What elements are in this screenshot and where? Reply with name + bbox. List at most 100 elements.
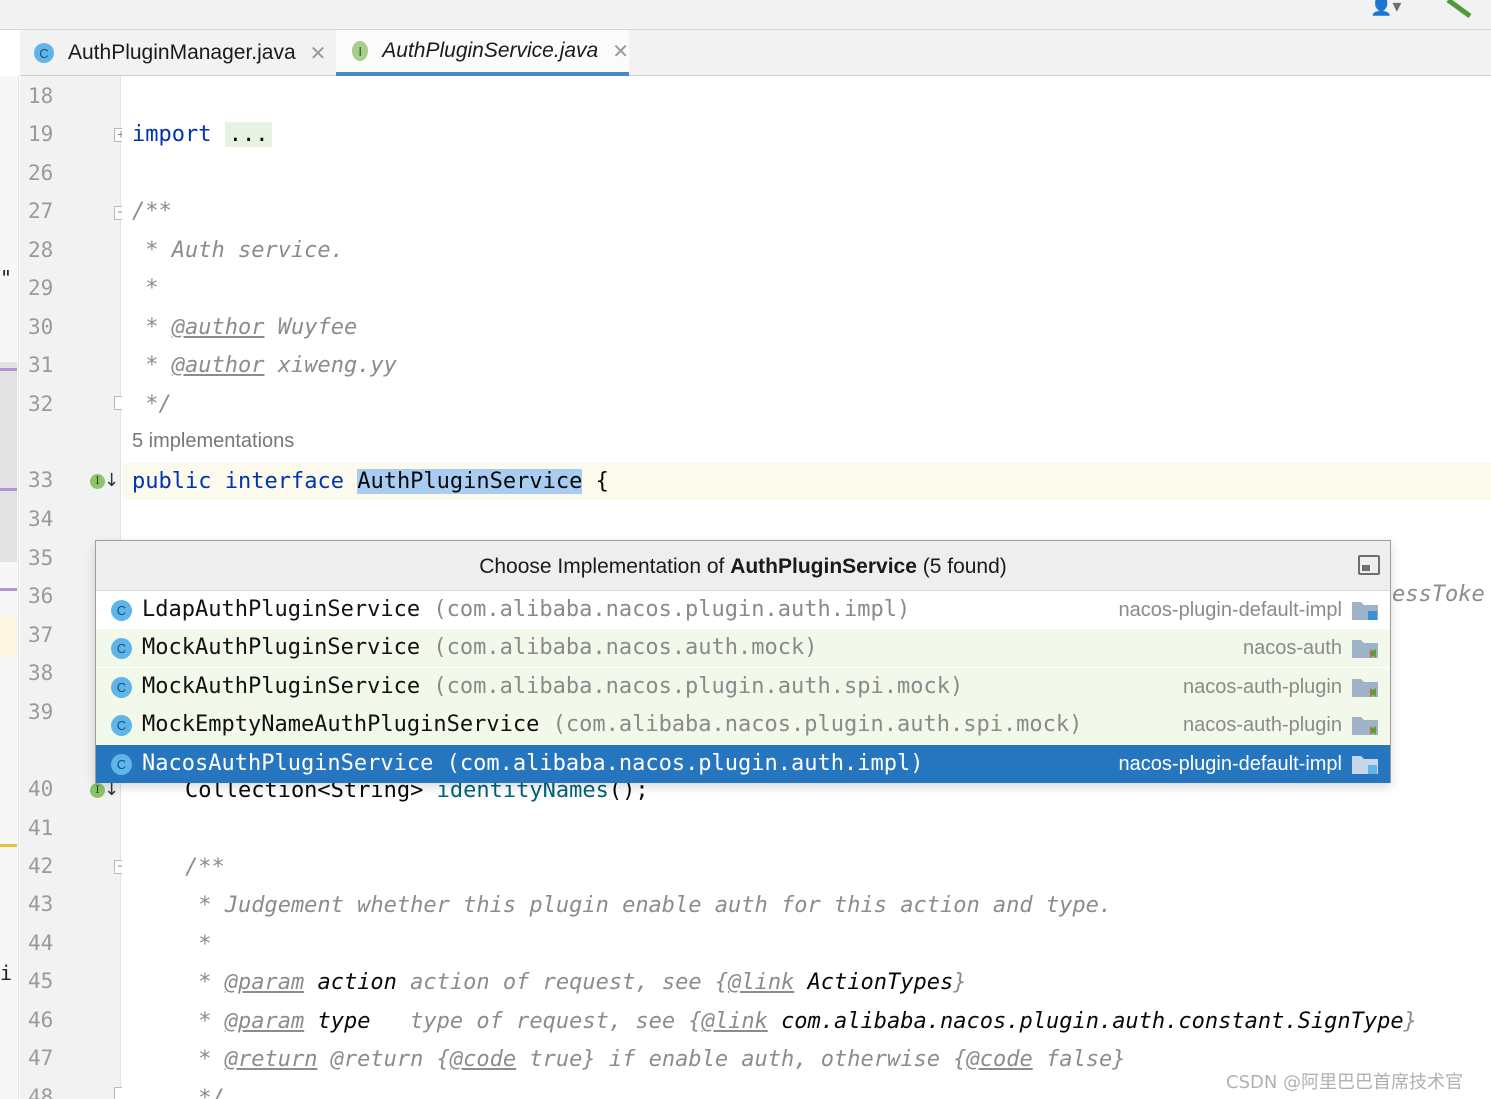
class-icon: C (34, 43, 54, 63)
tab-authpluginservice[interactable]: I AuthPluginService.java ✕ (336, 30, 629, 76)
test-module-folder-icon (1352, 717, 1378, 735)
class-icon: C (111, 600, 132, 621)
code-line-48: */ (132, 1086, 225, 1099)
line-number: 40 (28, 777, 54, 801)
line-number: 46 (28, 1008, 54, 1032)
item-module: nacos-auth-plugin (1183, 676, 1342, 698)
interface-name[interactable]: AuthPluginService (357, 469, 583, 494)
doc-text: if enable auth, otherwise { (595, 1047, 967, 1072)
panel-band (0, 616, 17, 656)
item-label: MockEmptyNameAuthPluginService (com.alib… (142, 706, 1082, 744)
editor-tab-bar: C AuthPluginManager.java ✕ I AuthPluginS… (20, 30, 1491, 76)
item-label: LdapAuthPluginService (com.alibaba.nacos… (142, 591, 910, 629)
tab-authpluginmanager[interactable]: C AuthPluginManager.java ✕ (32, 30, 350, 76)
line-number: 45 (28, 969, 54, 993)
watermark: CSDN @阿里巴巴首席技术官 (1226, 1072, 1464, 1093)
line-number: 31 (28, 353, 54, 377)
doc-tag: @link (701, 1009, 768, 1034)
code-line-45: * @param action action of request, see {… (132, 970, 967, 995)
interface-icon: I (352, 41, 369, 61)
implemented-by-icon[interactable]: I ↓ (90, 470, 120, 495)
doc-tag: @author (171, 315, 265, 340)
item-package: (com.alibaba.nacos.plugin.auth.spi.mock) (539, 712, 1083, 737)
module-folder-icon (1352, 602, 1378, 620)
line-number: 38 (28, 661, 54, 685)
code-line-30: * @author Wuyfee (132, 315, 358, 340)
doc-tag: @code (966, 1047, 1033, 1072)
line-number: 47 (28, 1046, 54, 1070)
link-target[interactable]: com.alibaba.nacos.plugin.auth.constant.S… (781, 1009, 1404, 1034)
code-line-43: * Judgement whether this plugin enable a… (132, 893, 1113, 918)
brace: { (595, 469, 609, 494)
keyword: import (132, 122, 212, 147)
panel-marker (0, 368, 17, 371)
doc-text: @return { (317, 1047, 450, 1072)
line-number: 32 (28, 392, 54, 416)
close-icon[interactable]: ✕ (310, 41, 327, 66)
tab-label: AuthPluginService.java (382, 39, 599, 62)
line-number: 48 (28, 1085, 54, 1099)
popup-title-prefix: Choose Implementation of (479, 555, 731, 578)
doc-text: action of request, see { (396, 970, 729, 995)
build-hammer-icon[interactable] (1440, 0, 1480, 18)
line-number: 43 (28, 892, 54, 916)
line-number: 37 (28, 623, 54, 647)
code-line-46: * @param type type of request, see {@lin… (132, 1009, 1417, 1034)
folded-region[interactable]: ... (224, 122, 273, 147)
line-number: 35 (28, 546, 54, 570)
line-number: 42 (28, 854, 54, 878)
item-module: nacos-auth-plugin (1183, 714, 1342, 736)
code-line-44: * (132, 932, 212, 957)
line-number: 18 (28, 84, 54, 108)
close-icon[interactable]: ✕ (612, 39, 629, 64)
implementation-item[interactable]: C MockAuthPluginService (com.alibaba.nac… (96, 668, 1390, 706)
module-folder-icon (1352, 756, 1378, 774)
code-line-27: /** (132, 199, 172, 224)
implementation-item[interactable]: C MockEmptyNameAuthPluginService (com.al… (96, 706, 1390, 744)
line-number: 28 (28, 238, 54, 262)
pin-window-icon[interactable] (1358, 555, 1380, 575)
code-line-29: * (132, 276, 159, 301)
line-number: 36 (28, 584, 54, 608)
doc-tag: @link (728, 970, 795, 995)
implementation-item-selected[interactable]: C NacosAuthPluginService (com.alibaba.na… (96, 745, 1390, 783)
panel-marker (0, 844, 17, 847)
item-package: (com.alibaba.nacos.auth.mock) (420, 635, 818, 660)
line-number: 41 (28, 816, 54, 840)
code-line-28: * Auth service. (132, 238, 344, 263)
panel-band (0, 362, 17, 562)
item-label: MockAuthPluginService (com.alibaba.nacos… (142, 629, 818, 667)
doc-text: type of request, see { (370, 1009, 702, 1034)
popup-title-count: (5 found) (916, 555, 1007, 578)
line-number: 33 (28, 468, 54, 492)
user-icon[interactable]: 👤▾ (1370, 0, 1418, 18)
panel-fragment: i (0, 961, 13, 985)
implementation-item[interactable]: C LdapAuthPluginService (com.alibaba.nac… (96, 591, 1390, 629)
doc-tag: @author (171, 353, 265, 378)
implementation-item[interactable]: C MockAuthPluginService (com.alibaba.nac… (96, 629, 1390, 667)
item-module: nacos-plugin-default-impl (1118, 753, 1342, 775)
arrow-down-icon: ↓ (104, 470, 120, 491)
doc-tag: @param (224, 970, 305, 995)
code-line-31: * @author xiweng.yy (132, 353, 397, 378)
keyword: public (132, 469, 212, 494)
link-target[interactable]: ActionTypes (808, 970, 954, 995)
item-name: NacosAuthPluginService (142, 751, 434, 776)
interface-marker-icon: I (90, 783, 105, 798)
line-number: 30 (28, 315, 54, 339)
item-label: MockAuthPluginService (com.alibaba.nacos… (142, 668, 963, 706)
implemented-by-icon[interactable]: I ↓ (90, 779, 120, 804)
doc-tag: @param (224, 1009, 305, 1034)
line-number: 34 (28, 507, 54, 531)
code-line-19: import ... (132, 116, 273, 154)
code-line-33: public interface AuthPluginService { (132, 463, 609, 501)
line-number: 44 (28, 931, 54, 955)
test-module-folder-icon (1352, 679, 1378, 697)
class-icon: C (111, 715, 132, 736)
implementations-hint[interactable]: 5 implementations (132, 430, 294, 453)
choose-implementation-popup[interactable]: Choose Implementation of AuthPluginServi… (95, 540, 1391, 783)
popup-title-name: AuthPluginService (730, 555, 917, 578)
keyword: interface (224, 469, 344, 494)
param-name: type (317, 1009, 371, 1034)
doc-text: false} (1032, 1047, 1126, 1072)
